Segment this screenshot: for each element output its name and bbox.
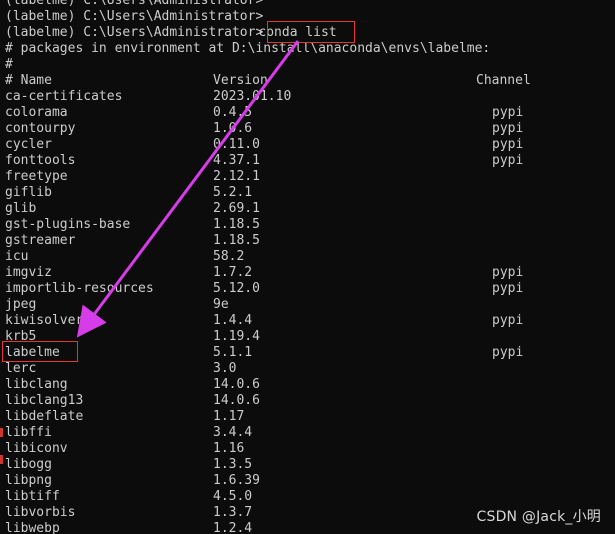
package-name: cycler	[5, 137, 52, 152]
package-channel: pypi	[492, 121, 524, 136]
package-name: importlib-resources	[5, 281, 154, 296]
column-channel-header: Channel	[476, 73, 531, 88]
package-version: 1.4.4	[213, 313, 253, 328]
package-name: imgviz	[5, 265, 52, 280]
package-name: icu	[5, 249, 29, 264]
package-channel: pypi	[492, 153, 524, 168]
package-name: libclang	[5, 377, 68, 392]
package-version: 1.19.4	[213, 329, 260, 344]
package-version: 58.2	[213, 249, 245, 264]
prompt-text: (labelme) C:\Users\Administrator>	[5, 9, 264, 24]
package-version: 1.16	[213, 441, 245, 456]
package-version: 1.6.39	[213, 473, 260, 488]
package-version: 4.37.1	[213, 153, 260, 168]
package-channel: pypi	[492, 137, 524, 152]
package-version: 5.1.1	[213, 345, 253, 360]
package-channel: pypi	[492, 105, 524, 120]
watermark: CSDN @Jack_小明	[476, 509, 601, 525]
package-name: gst-plugins-base	[5, 217, 131, 232]
package-version: 3.4.4	[213, 425, 253, 440]
package-version: 0.11.0	[213, 137, 260, 152]
package-name: kiwisolver	[5, 313, 84, 328]
package-name: libvorbis	[5, 505, 76, 520]
prompt-text: (labelme) C:\Users\Administrator>	[5, 0, 264, 8]
package-name: giflib	[5, 185, 52, 200]
package-version: 1.3.7	[213, 505, 253, 520]
column-name-header: # Name	[5, 73, 52, 88]
package-version: 9e	[213, 297, 229, 312]
package-version: 1.2.4	[213, 521, 253, 534]
package-name: fonttools	[5, 153, 76, 168]
package-version: 2.69.1	[213, 201, 260, 216]
package-name: contourpy	[5, 121, 76, 136]
package-version: 0.4.5	[213, 105, 253, 120]
package-name: glib	[5, 201, 37, 216]
package-name: krb5	[5, 329, 37, 344]
package-channel: pypi	[492, 281, 524, 296]
package-channel: pypi	[492, 265, 524, 280]
package-version: 1.17	[213, 409, 245, 424]
package-name: colorama	[5, 105, 68, 120]
package-channel: pypi	[492, 345, 524, 360]
package-version: 1.3.5	[213, 457, 253, 472]
package-version: 3.0	[213, 361, 237, 376]
package-name: libwebp	[5, 521, 60, 534]
package-version: 5.12.0	[213, 281, 260, 296]
package-version: 1.18.5	[213, 233, 260, 248]
package-name: libclang13	[5, 393, 84, 408]
package-name: lerc	[5, 361, 37, 376]
package-name: libffi	[5, 425, 52, 440]
package-version: 1.18.5	[213, 217, 260, 232]
package-name: jpeg	[5, 297, 37, 312]
package-version: 1.7.2	[213, 265, 253, 280]
column-version-header: Version	[213, 73, 268, 88]
package-version: 2023.01.10	[213, 89, 292, 104]
package-name: gstreamer	[5, 233, 76, 248]
package-version: 4.5.0	[213, 489, 253, 504]
package-name: libtiff	[5, 489, 60, 504]
package-name: libpng	[5, 473, 52, 488]
command-text: conda list	[258, 25, 337, 40]
package-name: libdeflate	[5, 409, 84, 424]
package-version: 2.12.1	[213, 169, 260, 184]
package-version: 5.2.1	[213, 185, 253, 200]
comment-text: #	[5, 57, 13, 72]
terminal-window[interactable]: (labelme) C:\Users\Administrator> (labelm…	[0, 0, 615, 534]
package-name: freetype	[5, 169, 68, 184]
package-version: 14.0.6	[213, 377, 260, 392]
package-version: 1.0.6	[213, 121, 253, 136]
prompt-text: (labelme) C:\Users\Administrator>	[5, 25, 264, 40]
package-name: ca-certificates	[5, 89, 123, 104]
package-version: 14.0.6	[213, 393, 260, 408]
left-edge-mark-1	[0, 428, 3, 437]
package-name: libiconv	[5, 441, 68, 456]
package-channel: pypi	[492, 313, 524, 328]
left-edge-mark-2	[0, 455, 3, 464]
package-name: libogg	[5, 457, 52, 472]
env-header-text: # packages in environment at D:\install\…	[5, 41, 491, 56]
package-name: labelme	[5, 345, 60, 360]
